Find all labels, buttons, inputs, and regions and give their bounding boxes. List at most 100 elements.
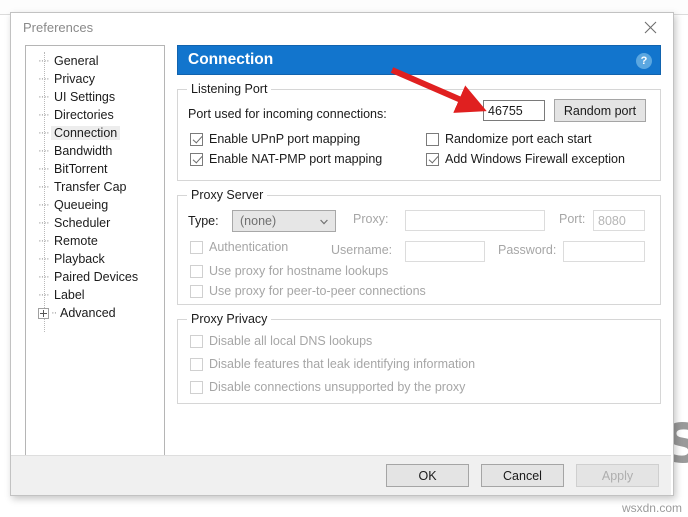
checkbox-firewall-exception[interactable]: Add Windows Firewall exception xyxy=(426,152,625,166)
proxy-type-label: Type: xyxy=(188,214,219,228)
proxy-server-group-title: Proxy Server xyxy=(187,188,268,202)
cancel-button[interactable]: Cancel xyxy=(481,464,564,487)
sidebar-item-label: Advanced xyxy=(60,306,116,320)
checkbox-randomize-port[interactable]: Randomize port each start xyxy=(426,132,625,146)
sidebar-item-connection[interactable]: ···· Connection xyxy=(26,124,164,142)
checkbox-box xyxy=(426,132,439,146)
help-icon[interactable]: ? xyxy=(636,53,652,69)
connection-settings-pane: Connection ? Listening Port Port used fo… xyxy=(177,45,661,404)
dialog-title: Preferences xyxy=(23,20,94,35)
checkbox-box xyxy=(190,240,203,254)
tree-branch-icon: ···· xyxy=(38,127,50,139)
checkbox-label: Disable features that leak identifying i… xyxy=(209,357,476,371)
proxy-privacy-group-title: Proxy Privacy xyxy=(187,312,272,326)
port-input[interactable]: 46755 xyxy=(483,100,545,121)
proxy-port-label: Port: xyxy=(559,212,586,226)
dialog-footer: OK Cancel Apply xyxy=(11,455,671,495)
tree-branch-icon: ···· xyxy=(38,91,50,103)
proxy-host-label: Proxy: xyxy=(353,212,389,226)
proxy-port-input[interactable]: 8080 xyxy=(593,210,645,231)
checkbox-label: Use proxy for hostname lookups xyxy=(209,264,389,278)
proxy-username-input[interactable] xyxy=(405,241,485,262)
listening-port-group: Listening Port Port used for incoming co… xyxy=(177,82,661,181)
close-icon[interactable] xyxy=(628,13,673,42)
tree-branch-icon: ···· xyxy=(38,253,50,265)
ok-button[interactable]: OK xyxy=(386,464,469,487)
sidebar-item-label: BitTorrent xyxy=(54,162,108,176)
sidebar-item-remote[interactable]: ···· Remote xyxy=(26,232,164,250)
tree-branch-icon: ···· xyxy=(38,145,50,157)
apply-button: Apply xyxy=(576,464,659,487)
tree-branch-icon: ···· xyxy=(38,199,50,211)
preferences-category-tree[interactable]: ···· General ···· Privacy ···· UI Settings ···… xyxy=(25,45,165,482)
sidebar-item-ui-settings[interactable]: ···· UI Settings xyxy=(26,88,164,106)
tree-branch-icon: ···· xyxy=(38,271,50,283)
proxy-username-label: Username: xyxy=(331,243,393,257)
proxy-host-input[interactable] xyxy=(405,210,545,231)
proxy-password-input[interactable] xyxy=(563,241,645,262)
proxy-privacy-group: Proxy Privacy Disable all local DNS look… xyxy=(177,312,661,404)
checkbox-box xyxy=(426,152,439,166)
checkbox-proxy-p2p-connections[interactable]: Use proxy for peer-to-peer connections xyxy=(190,284,426,298)
sidebar-item-label: General xyxy=(54,54,99,68)
sidebar-item-label: Privacy xyxy=(54,72,95,86)
dialog-body: ···· General ···· Privacy ···· UI Settings ···… xyxy=(11,43,673,482)
sidebar-item-directories[interactable]: ···· Directories xyxy=(26,106,164,124)
sidebar-item-scheduler[interactable]: ···· Scheduler xyxy=(26,214,164,232)
sidebar-item-label: Scheduler xyxy=(54,216,111,230)
tree-branch-icon: ···· xyxy=(38,55,50,67)
sidebar-item-label: Playback xyxy=(54,252,105,266)
tree-item-list: ···· General ···· Privacy ···· UI Settings ···… xyxy=(26,46,164,322)
sidebar-item-transfer-cap[interactable]: ···· Transfer Cap xyxy=(26,178,164,196)
proxy-password-label: Password: xyxy=(498,243,557,257)
sidebar-item-label: Remote xyxy=(54,234,98,248)
sidebar-item-label: Directories xyxy=(54,108,114,122)
source-site-label: wsxdn.com xyxy=(621,501,682,515)
screenshot-root: APPUALS wsxdn.com Preferences xyxy=(0,0,688,517)
tree-branch-icon: ···· xyxy=(38,73,50,85)
proxy-server-group: Proxy Server Type: (none) Proxy: Port: 8 xyxy=(177,188,661,305)
random-port-button[interactable]: Random port xyxy=(554,99,646,122)
tree-branch-icon: ···· xyxy=(38,235,50,247)
sidebar-item-bittorrent[interactable]: ···· BitTorrent xyxy=(26,160,164,178)
sidebar-item-advanced[interactable]: ·· Advanced xyxy=(26,304,164,322)
sidebar-item-bandwidth[interactable]: ···· Bandwidth xyxy=(26,142,164,160)
checkbox-label: Disable connections unsupported by the p… xyxy=(209,380,466,394)
tree-branch-icon: ···· xyxy=(38,217,50,229)
checkbox-box xyxy=(190,152,203,166)
checkbox-box xyxy=(190,380,203,394)
checkbox-disable-unsupported-connections[interactable]: Disable connections unsupported by the p… xyxy=(190,380,475,394)
tree-branch-icon: ···· xyxy=(38,181,50,193)
tree-branch-icon: ···· xyxy=(38,163,50,175)
sidebar-item-label: Bandwidth xyxy=(54,144,113,158)
checkbox-proxy-hostname-lookups[interactable]: Use proxy for hostname lookups xyxy=(190,264,426,278)
sidebar-item-label: Queueing xyxy=(54,198,109,212)
proxy-type-value: (none) xyxy=(240,214,277,228)
checkbox-box xyxy=(190,284,203,298)
checkbox-box xyxy=(190,357,203,371)
proxy-type-select[interactable]: (none) xyxy=(232,210,336,232)
checkbox-label: Authentication xyxy=(209,240,289,254)
sidebar-item-general[interactable]: ···· General xyxy=(26,52,164,70)
checkbox-disable-identifying-features[interactable]: Disable features that leak identifying i… xyxy=(190,357,475,371)
tree-branch-icon: ···· xyxy=(38,289,50,301)
tree-branch-icon: ···· xyxy=(38,109,50,121)
checkbox-authentication[interactable]: Authentication xyxy=(190,240,288,254)
sidebar-item-queueing[interactable]: ···· Queueing xyxy=(26,196,164,214)
expand-icon[interactable] xyxy=(38,307,49,319)
sidebar-item-privacy[interactable]: ···· Privacy xyxy=(26,70,164,88)
dialog-titlebar: Preferences xyxy=(11,13,673,44)
checkbox-disable-dns-lookups[interactable]: Disable all local DNS lookups xyxy=(190,334,475,348)
sidebar-item-label: Transfer Cap xyxy=(54,180,127,194)
checkbox-enable-upnp[interactable]: Enable UPnP port mapping xyxy=(190,132,382,146)
sidebar-item-playback[interactable]: ···· Playback xyxy=(26,250,164,268)
checkbox-box xyxy=(190,264,203,278)
sidebar-item-label[interactable]: ···· Label xyxy=(26,286,164,304)
checkbox-box xyxy=(190,334,203,348)
sidebar-item-label: UI Settings xyxy=(54,90,116,104)
checkbox-enable-natpmp[interactable]: Enable NAT-PMP port mapping xyxy=(190,152,382,166)
sidebar-item-paired-devices[interactable]: ···· Paired Devices xyxy=(26,268,164,286)
checkbox-label: Use proxy for peer-to-peer connections xyxy=(209,284,426,298)
sidebar-item-label: Paired Devices xyxy=(54,270,139,284)
checkbox-box xyxy=(190,132,203,146)
